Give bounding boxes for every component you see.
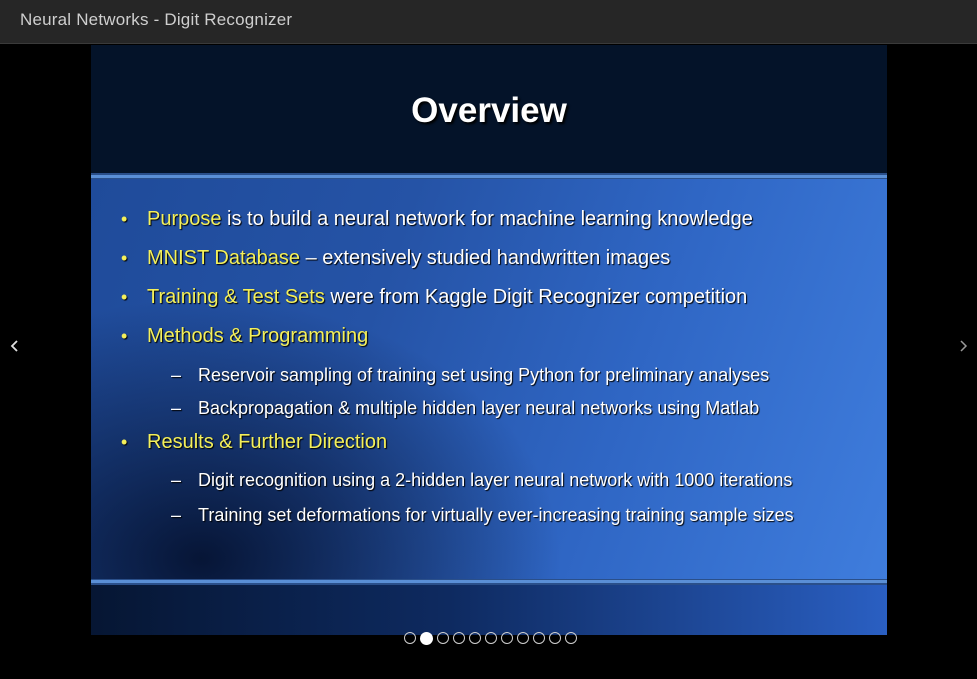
sub-bullet-dash: – (171, 365, 182, 385)
pager-dot[interactable] (549, 632, 561, 644)
bullet-text: is to build a neural network for machine… (221, 208, 753, 230)
pager-dot[interactable] (469, 632, 481, 644)
sub-bullet-dash: – (171, 470, 182, 490)
slide-title: Overview (411, 91, 567, 130)
bullet-dot: • (121, 326, 128, 346)
bullet-item: • Methods & Programming (121, 325, 368, 355)
pager-dot-active[interactable] (420, 631, 433, 645)
bullet-item: • Results & Further Direction (121, 431, 387, 461)
pager-dot[interactable] (517, 632, 529, 644)
next-slide-button[interactable] (951, 332, 975, 360)
pager-dot[interactable] (404, 632, 416, 644)
sub-bullet-item: – Digit recognition using a 2-hidden laye… (171, 470, 792, 496)
bullet-highlight: Methods & Programming (147, 325, 369, 347)
pager-dot[interactable] (501, 632, 513, 644)
sub-bullet-item: – Reservoir sampling of training set usin… (171, 365, 769, 391)
sub-bullet-text: Digit recognition using a 2-hidden layer… (198, 470, 793, 490)
pager-dot[interactable] (565, 632, 577, 644)
slide-pager (404, 631, 577, 645)
slide: Overview • Purpose is to build a neural n… (91, 45, 887, 635)
bullet-dot: • (121, 287, 128, 307)
chevron-left-icon (10, 340, 18, 352)
bullet-highlight: Training & Test Sets (147, 286, 325, 308)
bullet-dot: • (121, 248, 128, 268)
bullet-text: were from Kaggle Digit Recognizer compet… (324, 286, 748, 308)
window-titlebar: Neural Networks - Digit Recognizer (0, 0, 977, 44)
slide-header: Overview (91, 45, 887, 175)
pager-dot[interactable] (437, 632, 449, 644)
sub-bullet-item: – Training set deformations for virtually… (171, 505, 794, 531)
sub-bullet-dash: – (171, 505, 182, 525)
bullet-dot: • (121, 209, 128, 229)
window-title: Neural Networks - Digit Recognizer (20, 10, 293, 29)
bullet-highlight: MNIST Database (147, 247, 301, 269)
bullet-text: – extensively studied handwritten images (300, 247, 671, 269)
previous-slide-button[interactable] (3, 332, 27, 360)
bullet-item: • Purpose is to build a neural network fo… (121, 208, 753, 238)
bullet-dot: • (121, 432, 128, 452)
sub-bullet-item: – Backpropagation & multiple hidden layer… (171, 398, 759, 424)
sub-bullet-text: Backpropagation & multiple hidden layer … (198, 398, 760, 418)
pager-dot[interactable] (485, 632, 497, 644)
slide-footer (91, 585, 887, 635)
pager-dot[interactable] (533, 632, 545, 644)
pager-dot[interactable] (453, 632, 465, 644)
sub-bullet-dash: – (171, 398, 182, 418)
bullet-highlight: Results & Further Direction (147, 431, 388, 453)
bullet-item: • MNIST Database – extensively studied ha… (121, 247, 670, 277)
sub-bullet-text: Reservoir sampling of training set using… (198, 365, 770, 385)
chevron-right-icon (960, 340, 968, 352)
bullet-item: • Training & Test Sets were from Kaggle D… (121, 286, 747, 316)
sub-bullet-text: Training set deformations for virtually … (198, 505, 794, 525)
bullet-highlight: Purpose (147, 208, 222, 230)
